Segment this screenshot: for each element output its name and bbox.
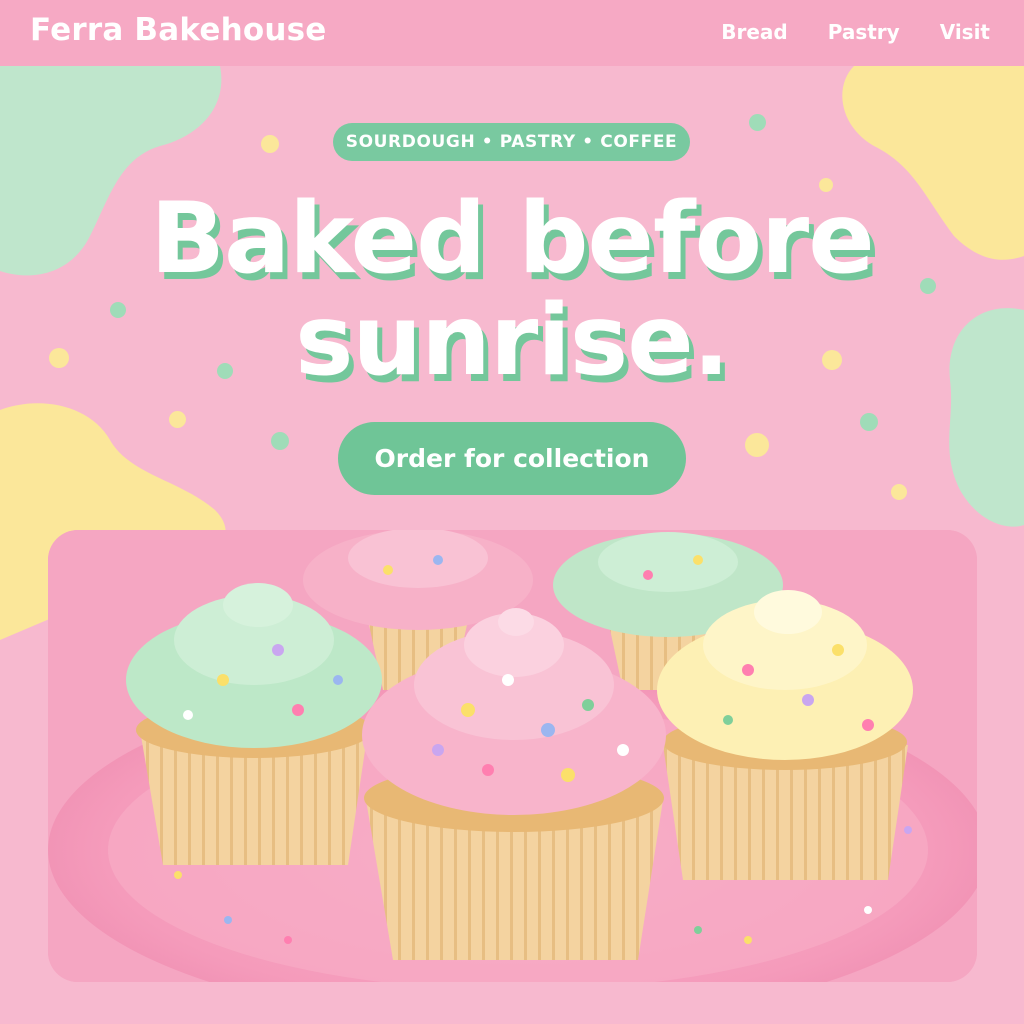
- confetti-dot: [891, 484, 907, 500]
- cupcakes-photo: [48, 530, 977, 982]
- cupcakes-illustration: [48, 530, 977, 982]
- brand-logo-text[interactable]: Ferra Bakehouse: [30, 12, 327, 48]
- hero-headline: Baked before sunrise.: [0, 188, 1024, 392]
- confetti-dot: [271, 432, 289, 450]
- top-navigation-bar: Ferra Bakehouse Bread Pastry Visit: [0, 0, 1024, 66]
- order-for-collection-button[interactable]: Order for collection: [338, 422, 686, 495]
- nav-link-visit[interactable]: Visit: [940, 20, 990, 44]
- confetti-dot: [749, 114, 766, 131]
- nav-link-pastry[interactable]: Pastry: [828, 20, 900, 44]
- headline-line-1: Baked before: [150, 182, 874, 296]
- main-nav: Bread Pastry Visit: [721, 20, 990, 44]
- confetti-dot: [745, 433, 769, 457]
- confetti-dot: [169, 411, 186, 428]
- confetti-dot: [860, 413, 878, 431]
- confetti-dot: [261, 135, 279, 153]
- tagline-pill: SOURDOUGH • PASTRY • COFFEE: [333, 123, 690, 161]
- nav-link-bread[interactable]: Bread: [721, 20, 787, 44]
- headline-line-2: sunrise.: [295, 284, 730, 398]
